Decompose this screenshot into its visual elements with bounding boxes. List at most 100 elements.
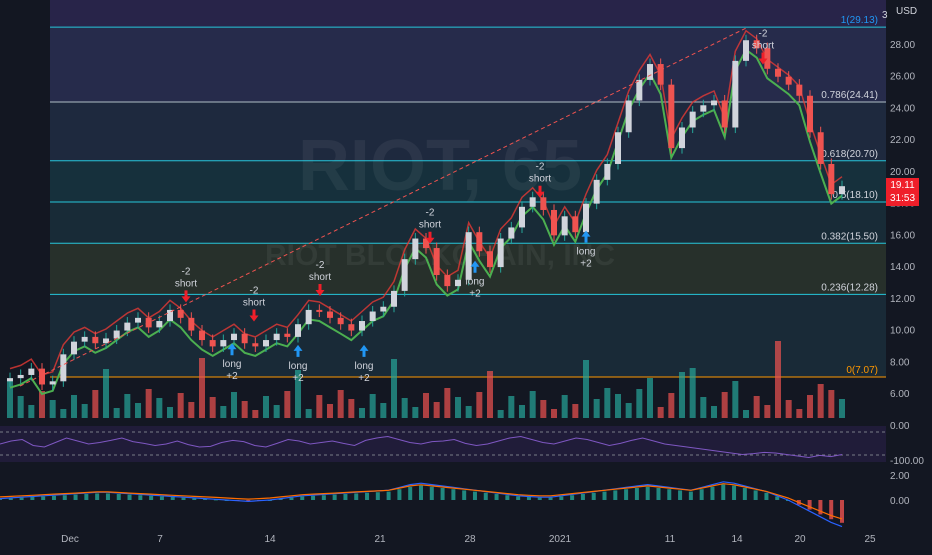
macd-histogram-bar — [343, 494, 348, 500]
volume-bar — [316, 395, 323, 418]
candle-body — [636, 79, 643, 101]
fib-label: 0.786(24.41) — [821, 90, 878, 101]
candle-body — [817, 132, 824, 164]
macd-histogram-bar — [570, 495, 575, 500]
watermark: RIOT, 65 RIOT BLOCKCHAIN, INC — [265, 126, 615, 272]
volume-bar — [764, 405, 771, 418]
volume-bar — [156, 398, 163, 418]
currency-label[interactable]: USD — [896, 6, 917, 17]
volume-bar — [476, 392, 483, 418]
volume-bar — [380, 403, 387, 418]
candle-body — [252, 343, 259, 347]
signal-label: +2 — [292, 373, 304, 384]
volume-bar — [551, 409, 557, 418]
candle-body — [807, 95, 813, 133]
macd-histogram-bar — [181, 497, 186, 500]
macd-histogram-bar — [526, 497, 531, 500]
volume-bar — [615, 394, 621, 418]
candle-body — [657, 64, 664, 85]
oscillator-background — [0, 426, 886, 462]
macd-histogram-bar — [386, 491, 391, 500]
macd-histogram-bar — [429, 486, 434, 500]
volume-bar — [145, 389, 152, 418]
last-price: 19.11 — [890, 180, 915, 191]
candle-body — [359, 321, 365, 331]
oscillator-panel: 0.00 -100.00 — [0, 421, 924, 467]
volume-bar — [209, 397, 216, 418]
macd-histogram-bar — [62, 495, 67, 500]
volume-bar — [135, 403, 141, 418]
volume-bar — [753, 396, 760, 418]
volume-bar — [743, 410, 749, 418]
volume-bar — [657, 407, 664, 418]
candle-body — [615, 132, 621, 164]
macd-histogram-bar — [591, 492, 596, 500]
candle-body — [839, 186, 845, 195]
macd-histogram-bar — [580, 494, 585, 500]
time-tick-label: 2021 — [549, 534, 572, 545]
macd-histogram-bar — [688, 491, 693, 500]
candle-body — [497, 238, 504, 268]
chart-svg[interactable]: RIOT, 65 RIOT BLOCKCHAIN, INC 1(29.13) 0.… — [0, 0, 932, 550]
candle-body — [28, 368, 35, 375]
candle-body — [369, 311, 376, 322]
price-tick-label: 12.00 — [890, 294, 915, 305]
macd-histogram-bar — [41, 496, 46, 500]
macd-histogram-bar — [321, 495, 326, 500]
volume-bar — [28, 405, 35, 418]
macd-histogram-bar — [472, 491, 477, 500]
macd-histogram-bar — [624, 489, 629, 500]
macd-histogram-bar — [95, 493, 100, 500]
volume-bar — [700, 397, 707, 418]
candle-body — [455, 279, 461, 287]
macd-histogram-bar — [613, 490, 618, 500]
signal-label: -2 — [426, 208, 435, 219]
volume-bar — [796, 409, 803, 418]
candle-body — [689, 111, 696, 128]
candle-body — [17, 374, 24, 379]
volume-bar — [103, 369, 109, 418]
volume-bar — [636, 389, 643, 418]
candle-body — [231, 333, 237, 341]
volume-bar — [679, 372, 685, 418]
volume-bar — [124, 394, 131, 418]
candle-body — [273, 333, 280, 341]
oscillator-tick: 0.00 — [890, 421, 910, 432]
macd-histogram-bar — [19, 497, 24, 500]
volume-bar — [668, 393, 675, 418]
price-tick-label: 20.00 — [890, 167, 915, 178]
macd-histogram-bar — [311, 495, 316, 500]
candle-body — [7, 378, 13, 382]
candle-body — [220, 340, 227, 347]
volume-bar — [92, 390, 99, 418]
candle-body — [743, 40, 749, 61]
candle-body — [433, 248, 440, 276]
candle-body — [348, 324, 355, 331]
macd-histogram-bar — [602, 491, 607, 500]
candle-body — [81, 336, 88, 342]
candle-body — [476, 232, 483, 252]
volume-bar — [604, 388, 611, 418]
signal-label: -2 — [250, 285, 259, 296]
signal-label: long — [355, 361, 374, 372]
candle-body — [668, 84, 675, 149]
signal-label: short — [752, 40, 774, 51]
volume-bar — [519, 405, 525, 418]
volume-bar — [263, 396, 269, 418]
chart-area[interactable]: RIOT, 65 RIOT BLOCKCHAIN, INC 1(29.13) 0.… — [0, 0, 932, 550]
signal-label: +2 — [358, 373, 370, 384]
macd-histogram-bar — [807, 500, 812, 510]
signal-label: long — [289, 361, 308, 372]
volume-bar — [572, 404, 579, 418]
candle-body — [679, 127, 685, 149]
candle-body — [508, 227, 515, 239]
time-tick-label: Dec — [61, 534, 79, 545]
candle-body — [604, 163, 611, 180]
candle-body — [60, 354, 67, 382]
candle-body — [711, 100, 717, 106]
candle-body — [71, 341, 77, 355]
macd-histogram-bar — [537, 497, 542, 500]
volume-bar — [252, 410, 259, 418]
volume-bar — [455, 397, 461, 418]
price-tick-label: 24.00 — [890, 103, 915, 114]
